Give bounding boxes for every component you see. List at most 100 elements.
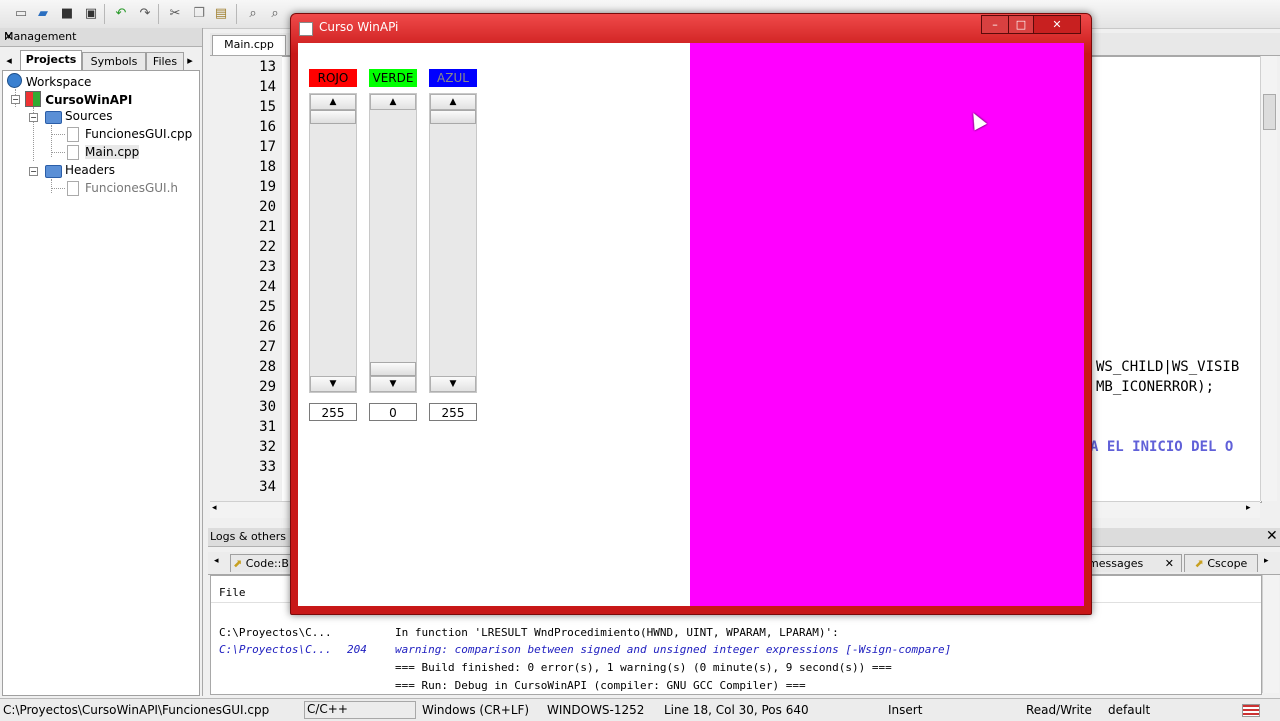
tree-workspace[interactable]: Workspace (7, 73, 91, 89)
tab-projects[interactable]: Projects (20, 50, 82, 70)
save-all-icon[interactable]: ▣ (82, 5, 100, 23)
save-icon[interactable]: ■ (58, 5, 76, 23)
status-eol: Windows (CR+LF) (422, 703, 530, 717)
log-warning: warning: comparison between signed and u… (395, 643, 952, 656)
tab-codeblocks-log[interactable]: ⬈ Code::B (230, 554, 292, 572)
tabs-scroll-right-icon[interactable]: ▸ (1264, 556, 1269, 566)
undo-icon[interactable]: ↶ (112, 5, 130, 23)
tree-file[interactable]: FuncionesGUI.h (85, 181, 178, 195)
project-icon (25, 91, 41, 107)
green-value: 0 (369, 403, 417, 421)
new-file-icon[interactable]: ▭ (12, 5, 30, 23)
collapse-icon[interactable]: − (11, 95, 20, 104)
line-number: 17 (259, 139, 276, 155)
tree-project[interactable]: CursoWinAPI (25, 91, 132, 107)
scroll-thumb[interactable] (1263, 94, 1276, 130)
log-message: === Run: Debug in CursoWinAPI (compiler:… (395, 679, 806, 692)
tab-symbols[interactable]: Symbols (82, 52, 146, 70)
scroll-up-icon[interactable]: ▲ (310, 94, 356, 110)
tabs-scroll-left-icon[interactable]: ◂ (2, 52, 16, 69)
blue-scroll-thumb[interactable] (430, 110, 476, 124)
line-number: 28 (259, 359, 276, 375)
red-scroll-thumb[interactable] (310, 110, 356, 124)
close-icon[interactable]: ✕ (4, 30, 198, 43)
language-flag-icon (1242, 704, 1260, 717)
red-scrollbar[interactable]: ▲ ▼ (309, 93, 357, 393)
management-tabs: ◂ Projects Symbols Files ▸ (0, 50, 202, 70)
replace-icon[interactable]: ⌕ (266, 5, 284, 23)
line-number: 23 (259, 259, 276, 275)
file-icon (67, 145, 79, 160)
collapse-icon[interactable]: − (29, 167, 38, 176)
scroll-down-icon[interactable]: ▼ (430, 376, 476, 392)
status-cursor-position: Line 18, Col 30, Pos 640 (664, 703, 809, 717)
tree-headers[interactable]: Headers (65, 163, 115, 177)
tab-messages[interactable]: messages ✕ (1080, 554, 1182, 572)
scroll-down-icon[interactable]: ▼ (370, 376, 416, 392)
redo-icon[interactable]: ↷ (136, 5, 154, 23)
file-icon (67, 181, 79, 196)
cut-icon[interactable]: ✂ (166, 5, 184, 23)
maximize-button[interactable]: □ (1008, 15, 1034, 34)
app-window: Curso WinAPi – □ ✕ ROJO ▲ ▼ 255 VERDE ▲ … (290, 13, 1092, 615)
file-icon (67, 127, 79, 142)
editor-vertical-scrollbar[interactable] (1260, 56, 1277, 501)
line-number: 25 (259, 299, 276, 315)
line-number: 14 (259, 79, 276, 95)
scroll-right-icon[interactable]: ▸ (1246, 503, 1251, 513)
close-icon[interactable]: ✕ (1165, 557, 1174, 570)
line-number: 31 (259, 419, 276, 435)
folder-icon (45, 111, 62, 124)
scroll-up-icon[interactable]: ▲ (370, 94, 416, 110)
tabs-scroll-right-icon[interactable]: ▸ (184, 52, 196, 69)
line-number: 19 (259, 179, 276, 195)
copy-icon[interactable]: ❐ (190, 5, 208, 23)
find-icon[interactable]: ⌕ (244, 5, 262, 23)
log-file[interactable]: C:\Proyectos\C... (219, 626, 332, 639)
minimize-button[interactable]: – (981, 15, 1009, 34)
green-scroll-thumb[interactable] (370, 362, 416, 376)
workspace-icon (7, 73, 22, 88)
line-number: 33 (259, 459, 276, 475)
tab-main-cpp[interactable]: Main.cpp (212, 35, 286, 55)
tree-sources[interactable]: Sources (65, 109, 112, 123)
close-button[interactable]: ✕ (1033, 15, 1081, 34)
code-comment: A EL INICIO DEL O (1090, 439, 1234, 455)
log-file[interactable]: C:\Proyectos\C... (219, 643, 332, 656)
line-number: 30 (259, 399, 276, 415)
blue-scrollbar[interactable]: ▲ ▼ (429, 93, 477, 393)
log-line: 204 (347, 643, 367, 656)
paste-icon[interactable]: ▤ (212, 5, 230, 23)
green-scrollbar[interactable]: ▲ ▼ (369, 93, 417, 393)
scroll-left-icon[interactable]: ◂ (212, 503, 217, 513)
log-vertical-scrollbar[interactable] (1262, 575, 1279, 693)
project-tree: Workspace − CursoWinAPI − Sources Funcio… (2, 70, 200, 696)
tree-file[interactable]: FuncionesGUI.cpp (85, 127, 192, 141)
tab-files[interactable]: Files (146, 52, 184, 70)
blue-value: 255 (429, 403, 477, 421)
scroll-down-icon[interactable]: ▼ (310, 376, 356, 392)
collapse-icon[interactable]: − (29, 113, 38, 122)
status-insert-mode: Insert (888, 703, 923, 717)
status-bar: C:\Proyectos\CursoWinAPI\FuncionesGUI.cp… (0, 698, 1280, 721)
folder-icon (45, 165, 62, 178)
slider-label-red: ROJO (309, 69, 357, 87)
line-number: 21 (259, 219, 276, 235)
tabs-scroll-left-icon[interactable]: ◂ (214, 556, 219, 566)
line-number: 27 (259, 339, 276, 355)
tree-file-selected[interactable]: Main.cpp (85, 145, 140, 159)
line-number: 24 (259, 279, 276, 295)
window-title: Curso WinAPi (319, 20, 399, 34)
management-title-bar: Management ✕ (0, 28, 202, 47)
scroll-up-icon[interactable]: ▲ (430, 94, 476, 110)
log-column-header: File (219, 586, 246, 599)
line-number: 13 (259, 59, 276, 75)
tab-cscope[interactable]: ⬈ Cscope (1184, 554, 1258, 572)
slider-label-blue: AZUL (429, 69, 477, 87)
close-icon[interactable]: ✕ (1266, 528, 1278, 544)
code-line: MB_ICONERROR); (1096, 379, 1215, 395)
open-folder-icon[interactable]: ▰ (34, 5, 52, 23)
log-tab-icon: ⬈ (233, 557, 243, 570)
color-preview (690, 43, 1084, 606)
log-message: In function 'LRESULT WndProcedimiento(HW… (395, 626, 839, 639)
